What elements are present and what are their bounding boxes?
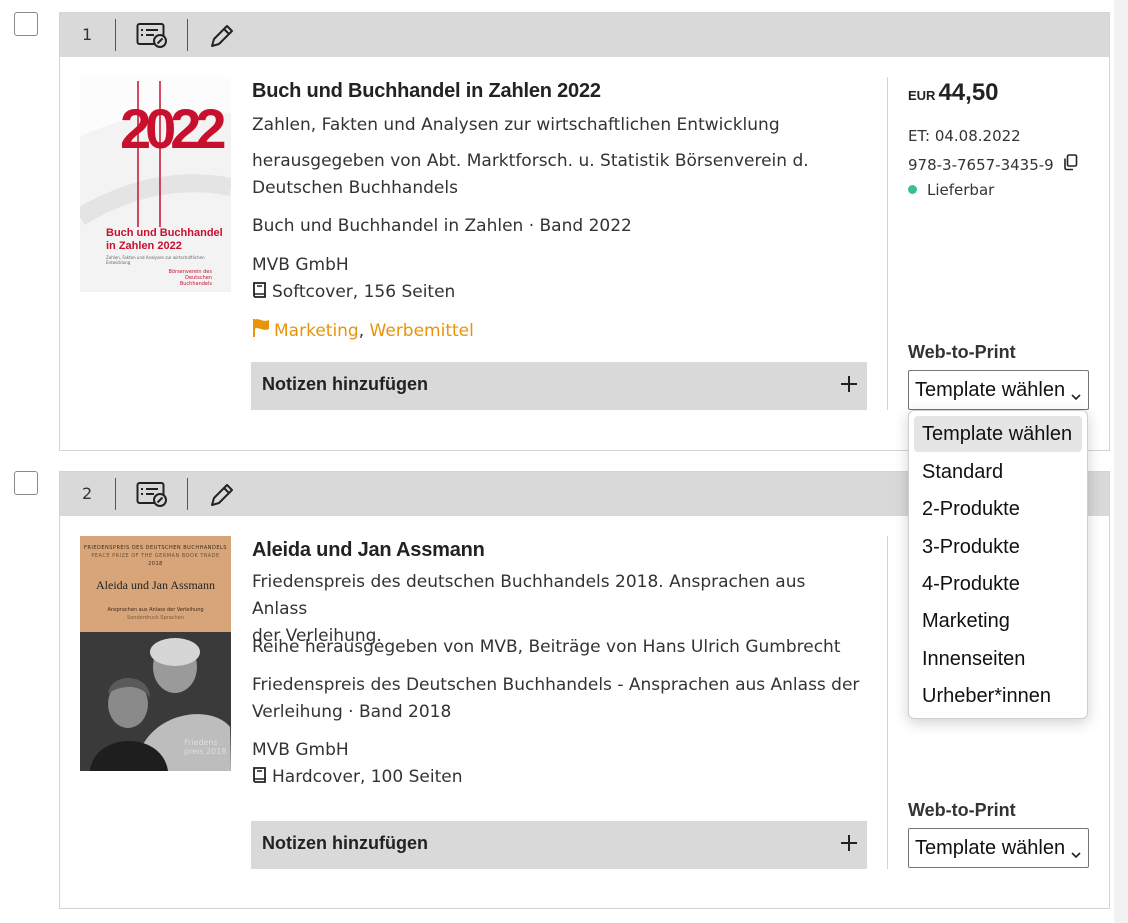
series-line: Friedenspreis des Deutschen Buchhandels … bbox=[252, 675, 860, 695]
cover-brand: preis 2018 bbox=[184, 747, 227, 756]
cover-brand: Friedens bbox=[184, 738, 218, 747]
product-publisher: MVB GmbH bbox=[252, 740, 349, 760]
product-publisher: MVB GmbH bbox=[252, 255, 349, 275]
book-icon bbox=[252, 766, 268, 793]
product-format: Softcover, 156 Seiten bbox=[252, 279, 862, 308]
price-amount: 44,50 bbox=[938, 79, 999, 106]
book-icon bbox=[252, 281, 268, 308]
cover-title-line: Buch und Buchhandel bbox=[106, 227, 223, 239]
product-title[interactable]: Buch und Buchhandel in Zahlen 2022 bbox=[252, 80, 601, 103]
template-dropdown-menu: Template wählen Standard 2-Produkte 3-Pr… bbox=[908, 410, 1088, 719]
list-edit-icon[interactable] bbox=[136, 22, 168, 52]
toolbar-divider bbox=[115, 478, 116, 510]
availability: Lieferbar bbox=[908, 181, 994, 199]
page-scroll-edge bbox=[1114, 0, 1128, 923]
cover-sub: Sonderdruck Sprachen bbox=[127, 615, 184, 621]
select-item-checkbox[interactable] bbox=[14, 471, 38, 495]
series-line: Verleihung · Band 2018 bbox=[252, 702, 452, 722]
cover-year: 2022 bbox=[120, 97, 227, 160]
flag-icon bbox=[252, 318, 270, 343]
subtitle-line: Friedenspreis des deutschen Buchhandels … bbox=[252, 572, 806, 619]
item-number: 1 bbox=[82, 25, 93, 44]
template-option[interactable]: 3-Produkte bbox=[914, 529, 1082, 565]
cover-tagline: Zahlen, Fakten und Analysen zur wirtscha… bbox=[106, 255, 205, 265]
product-series: Friedenspreis des Deutschen Buchhandels … bbox=[252, 672, 862, 726]
product-contributors: Reihe herausgegeben von MVB, Beiträge vo… bbox=[252, 637, 841, 657]
cover-sub: Ansprachen aus Anlass der Verleihung bbox=[107, 607, 204, 613]
cover-title-line: in Zahlen 2022 bbox=[106, 240, 182, 252]
format-text: Hardcover, 100 Seiten bbox=[272, 767, 463, 787]
tag-separator: , bbox=[358, 321, 365, 341]
product-card: 1 2022 Buch und Buchhandel in Zahlen 202… bbox=[59, 12, 1110, 451]
plus-icon bbox=[839, 374, 859, 398]
pencil-icon[interactable] bbox=[208, 22, 236, 54]
cover-header: PEACE PRIZE OF THE GERMAN BOOK TRADE bbox=[91, 553, 220, 559]
toolbar-divider bbox=[187, 19, 188, 51]
price: EUR 44,50 bbox=[908, 79, 999, 107]
template-select-value: Template wählen bbox=[915, 379, 1066, 401]
notes-label: Notizen hinzufügen bbox=[262, 833, 428, 853]
isbn-text: 978-3-7657-3435-9 bbox=[908, 156, 1054, 174]
format-text: Softcover, 156 Seiten bbox=[272, 282, 456, 302]
release-date: ET: 04.08.2022 bbox=[908, 127, 1021, 145]
book-cover[interactable]: FRIEDENSPREIS DES DEUTSCHEN BUCHHANDELS … bbox=[80, 536, 231, 771]
toolbar-divider bbox=[115, 19, 116, 51]
copy-icon[interactable] bbox=[1063, 154, 1078, 175]
add-notes-button[interactable]: Notizen hinzufügen bbox=[251, 821, 867, 869]
pencil-icon[interactable] bbox=[208, 481, 236, 513]
isbn: 978-3-7657-3435-9 bbox=[908, 154, 1078, 175]
web-to-print-label: Web-to-Print bbox=[908, 800, 1016, 820]
book-cover[interactable]: 2022 Buch und Buchhandel in Zahlen 2022 … bbox=[75, 77, 233, 292]
tag-link-marketing[interactable]: Marketing bbox=[274, 321, 359, 341]
item-number: 2 bbox=[82, 484, 93, 503]
template-option[interactable]: Standard bbox=[914, 454, 1082, 490]
cover-year: 2018 bbox=[148, 561, 163, 567]
product-editor: herausgegeben von Abt. Marktforsch. u. S… bbox=[252, 148, 862, 202]
toolbar-divider bbox=[187, 478, 188, 510]
editor-line: herausgegeben von Abt. Marktforsch. u. S… bbox=[252, 151, 809, 171]
product-series: Buch und Buchhandel in Zahlen · Band 202… bbox=[252, 216, 632, 236]
tag-link-werbemittel[interactable]: Werbemittel bbox=[370, 321, 474, 341]
select-item-checkbox[interactable] bbox=[14, 12, 38, 36]
list-edit-icon[interactable] bbox=[136, 481, 168, 511]
cover-names: Aleida und Jan Assmann bbox=[96, 578, 215, 592]
template-option[interactable]: Template wählen bbox=[914, 416, 1082, 452]
template-select[interactable]: Template wählen bbox=[908, 828, 1089, 868]
template-option[interactable]: Urheber*innen bbox=[914, 678, 1082, 714]
cover-logo-text: Deutschen Buchhandels bbox=[179, 275, 212, 287]
template-option[interactable]: 2-Produkte bbox=[914, 491, 1082, 527]
column-divider bbox=[887, 77, 888, 410]
add-notes-button[interactable]: Notizen hinzufügen bbox=[251, 362, 867, 410]
tag-list: Marketing, Werbemittel bbox=[252, 318, 474, 343]
price-currency: EUR bbox=[908, 88, 936, 103]
product-subtitle: Zahlen, Fakten und Analysen zur wirtscha… bbox=[252, 115, 780, 135]
card-toolbar: 1 bbox=[60, 13, 1109, 57]
template-select[interactable]: Template wählen bbox=[908, 370, 1089, 410]
web-to-print-label: Web-to-Print bbox=[908, 342, 1016, 362]
availability-dot bbox=[908, 185, 917, 194]
template-option[interactable]: Innenseiten bbox=[914, 641, 1082, 677]
chevron-down-icon bbox=[1070, 385, 1082, 408]
template-select-value: Template wählen bbox=[915, 837, 1066, 859]
product-title[interactable]: Aleida und Jan Assmann bbox=[252, 539, 485, 562]
column-divider bbox=[887, 536, 888, 869]
chevron-down-icon bbox=[1070, 843, 1082, 866]
cover-header: FRIEDENSPREIS DES DEUTSCHEN BUCHHANDELS bbox=[84, 545, 227, 551]
template-option[interactable]: Marketing bbox=[914, 603, 1082, 639]
product-format: Hardcover, 100 Seiten bbox=[252, 764, 862, 793]
notes-label: Notizen hinzufügen bbox=[262, 374, 428, 394]
plus-icon bbox=[839, 833, 859, 857]
availability-text: Lieferbar bbox=[927, 181, 995, 199]
editor-line: Deutschen Buchhandels bbox=[252, 178, 458, 198]
template-option[interactable]: 4-Produkte bbox=[914, 566, 1082, 602]
